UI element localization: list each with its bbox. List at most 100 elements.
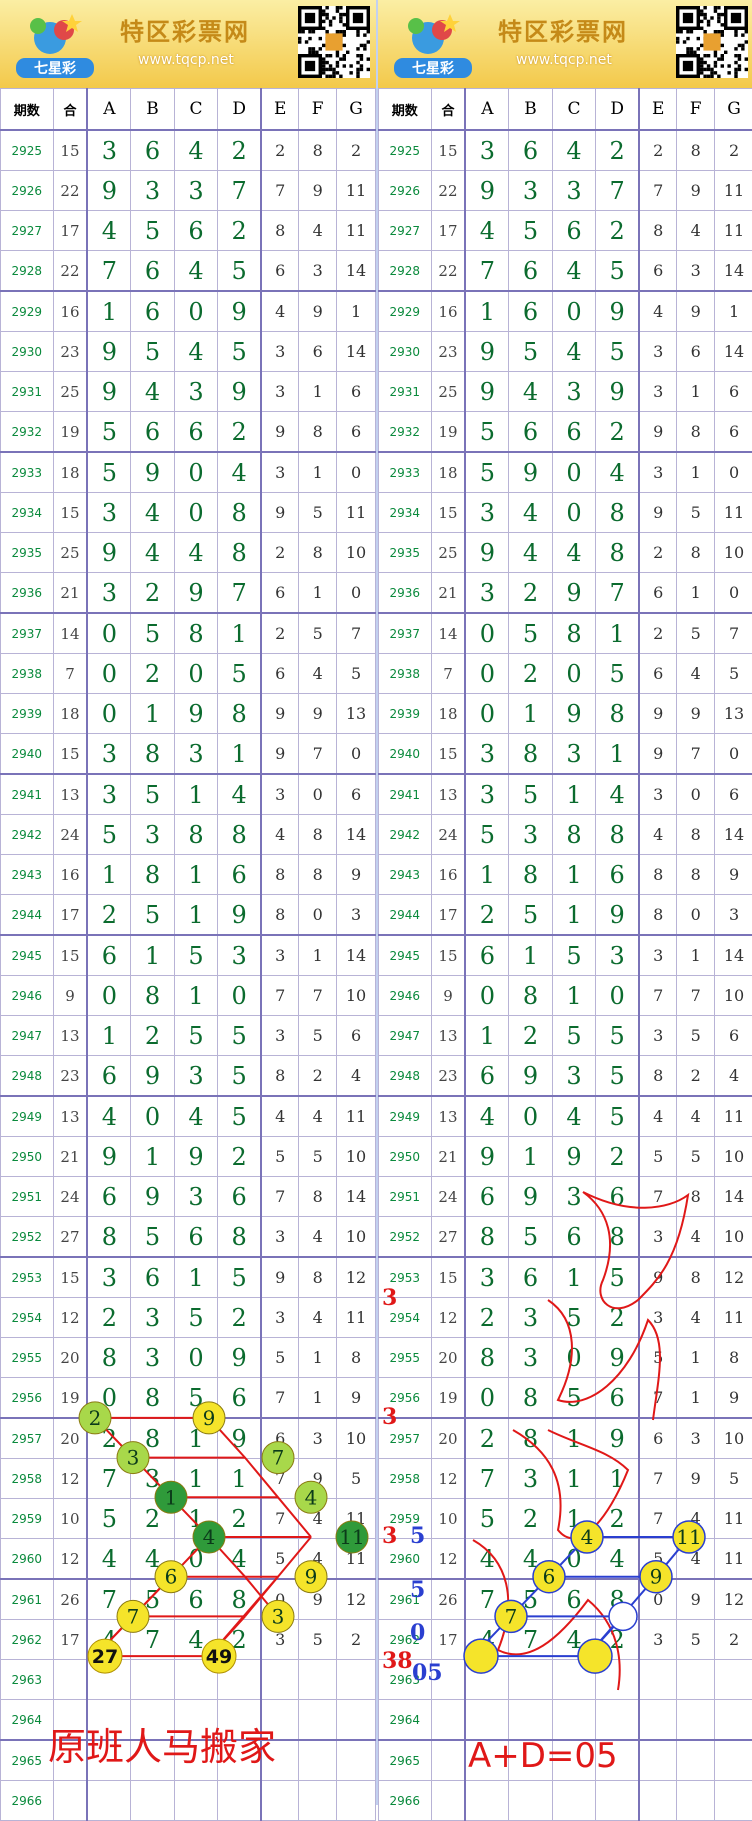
cell-g: 5 (715, 654, 752, 694)
cell-f: 5 (677, 493, 715, 533)
cell-a: 7 (465, 1459, 508, 1499)
cell-issue: 2966 (1, 1781, 54, 1821)
cell-a: 9 (465, 372, 508, 412)
cell-sum: 26 (53, 1579, 87, 1620)
cell-c: 1 (552, 1459, 595, 1499)
cell-e: 4 (639, 291, 677, 332)
cell-g: 10 (337, 1418, 376, 1459)
cell-sum: 26 (431, 1579, 465, 1620)
cell-g: 6 (337, 774, 376, 815)
table-row: 29352594482810 (1, 533, 376, 573)
cell-g: 1 (337, 291, 376, 332)
cell-a: 9 (87, 533, 130, 573)
cell-c: 3 (174, 1177, 217, 1217)
cell-g: 0 (337, 734, 376, 775)
cell-e: 2 (261, 613, 299, 654)
table-row: 2956190856719 (1, 1378, 376, 1419)
cell-f: 3 (299, 251, 337, 292)
left-caption: 原班人马搬家 (48, 1716, 276, 1771)
cell-g: 14 (337, 332, 376, 372)
cell-issue: 2956 (1, 1378, 54, 1419)
cell-g: 4 (715, 1056, 752, 1097)
cell-issue: 2925 (379, 130, 432, 171)
cell-e: 5 (261, 1137, 299, 1177)
cell-sum: 19 (53, 1378, 87, 1419)
cell-b (131, 1660, 174, 1700)
cell-f: 1 (299, 1378, 337, 1419)
table-row: 29522785683410 (379, 1217, 752, 1258)
cell-g: 5 (337, 1459, 376, 1499)
cell-g: 9 (715, 855, 752, 895)
cell-g: 2 (715, 1620, 752, 1660)
cell-d: 8 (596, 533, 639, 573)
cell-d: 8 (596, 493, 639, 533)
cell-e: 6 (261, 1418, 299, 1459)
cell-f (299, 1781, 337, 1821)
cell-c: 5 (552, 1016, 595, 1056)
cell-c: 1 (552, 1418, 595, 1459)
cell-e: 3 (639, 774, 677, 815)
qr-code-icon (676, 6, 748, 78)
cell-b: 1 (509, 694, 552, 734)
cell-e: 8 (261, 211, 299, 251)
cell-b: 8 (131, 1418, 174, 1459)
cell-d: 5 (218, 1056, 261, 1097)
cell-sum: 15 (53, 493, 87, 533)
cell-g: 14 (337, 815, 376, 855)
cell-a: 8 (465, 1217, 508, 1258)
cell-issue: 2938 (1, 654, 54, 694)
cell-c: 3 (552, 1177, 595, 1217)
cell-a: 6 (87, 935, 130, 976)
table-row: 2962174742352 (379, 1620, 752, 1660)
table-row: 29512469367814 (1, 1177, 376, 1217)
cell-c: 4 (552, 251, 595, 292)
cell-e: 9 (261, 1257, 299, 1298)
cell-d: 2 (218, 130, 261, 171)
cell-b: 9 (509, 452, 552, 493)
table-row: 29531536159812 (1, 1257, 376, 1298)
header-issue: 期数 (379, 89, 432, 131)
cell-sum: 17 (431, 1620, 465, 1660)
cell-sum: 15 (53, 935, 87, 976)
lottery-logo-icon: 七星彩 (388, 8, 478, 80)
cell-d: 5 (218, 1257, 261, 1298)
cell-b: 8 (509, 1418, 552, 1459)
cell-sum: 23 (431, 1056, 465, 1097)
cell-issue: 2949 (1, 1096, 54, 1137)
side-mark: 3 (382, 1523, 397, 1549)
site-banner: 七星彩特区彩票网www.tqcp.net (0, 0, 376, 88)
cell-c: 4 (552, 533, 595, 573)
cell-a: 0 (87, 1378, 130, 1419)
site-url[interactable]: www.tqcp.net (516, 52, 612, 68)
cell-sum: 13 (431, 1096, 465, 1137)
table-row: 2941133514306 (1, 774, 376, 815)
svg-text:七星彩: 七星彩 (412, 60, 454, 77)
site-url[interactable]: www.tqcp.net (138, 52, 234, 68)
cell-f: 1 (299, 573, 337, 614)
cell-b: 9 (131, 1056, 174, 1097)
cell-e: 7 (639, 1459, 677, 1499)
table-row: 29282276456314 (1, 251, 376, 292)
cell-d: 1 (596, 1459, 639, 1499)
cell-a: 8 (87, 1217, 130, 1258)
cell-e: 3 (639, 332, 677, 372)
cell-b: 5 (509, 774, 552, 815)
cell-d: 8 (218, 493, 261, 533)
cell-issue: 2936 (1, 573, 54, 614)
cell-e: 2 (639, 533, 677, 573)
cell-c: 0 (174, 493, 217, 533)
table-row: 29512469367814 (379, 1177, 752, 1217)
cell-b: 8 (509, 1378, 552, 1419)
cell-f: 9 (677, 291, 715, 332)
cell-e: 3 (639, 452, 677, 493)
cell-f: 8 (299, 130, 337, 171)
cell-b: 5 (131, 1579, 174, 1620)
cell-d (218, 1660, 261, 1700)
cell-e (639, 1660, 677, 1700)
table-row: 29612675680912 (1, 1579, 376, 1620)
cell-f (677, 1740, 715, 1781)
cell-b: 1 (509, 1137, 552, 1177)
cell-g (715, 1781, 752, 1821)
cell-d: 8 (596, 694, 639, 734)
cell-a (465, 1700, 508, 1741)
